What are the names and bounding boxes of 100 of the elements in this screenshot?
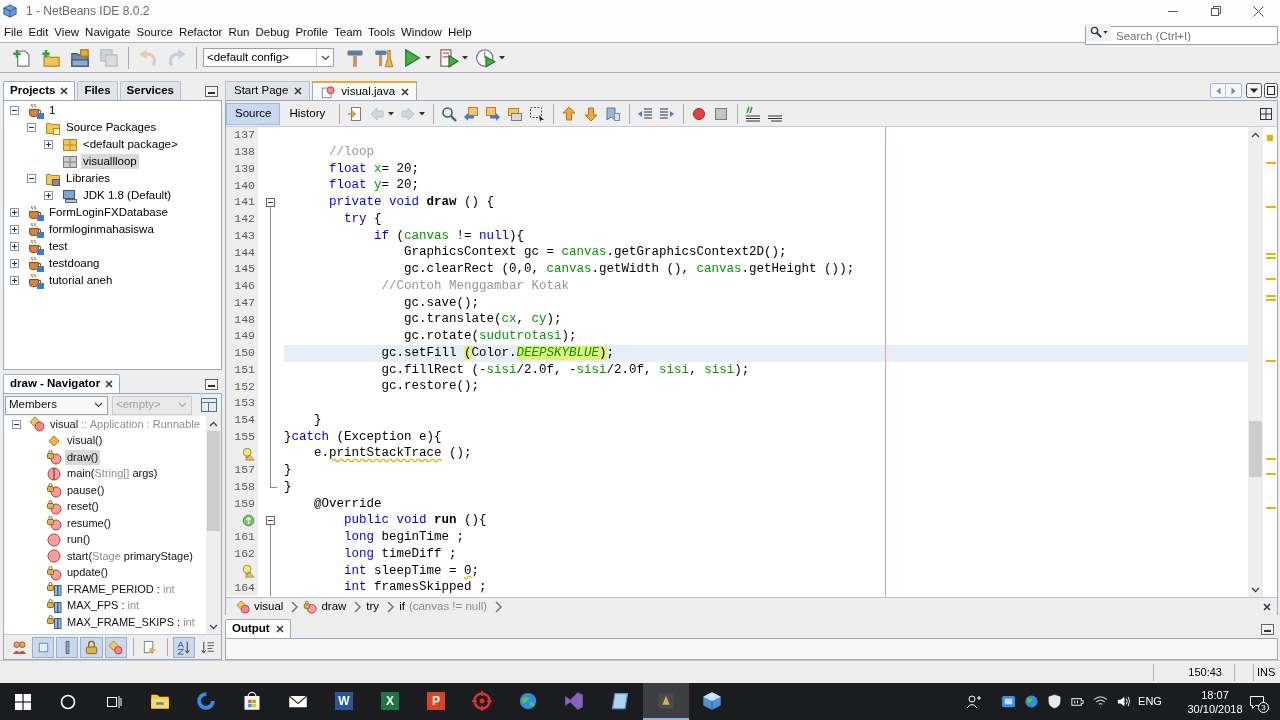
find-next-icon[interactable] — [485, 105, 502, 122]
search-icon[interactable] — [1089, 26, 1102, 38]
breadcrumb[interactable]: try — [366, 598, 380, 616]
editor-tab[interactable]: visual.java — [312, 81, 418, 100]
tree-item[interactable]: Source Packages — [64, 120, 159, 135]
shift-right-icon[interactable] — [659, 105, 676, 122]
minimize-icon[interactable] — [205, 86, 218, 97]
filter-toggle[interactable] — [56, 636, 79, 658]
member-item[interactable]: resume() — [65, 515, 113, 531]
close-icon[interactable] — [294, 87, 303, 95]
tree-item[interactable]: testdoang — [47, 256, 102, 271]
minus-box-icon[interactable] — [27, 174, 36, 183]
down-arrow-icon[interactable] — [583, 105, 600, 122]
menu-item[interactable]: Team — [334, 24, 363, 40]
shield-icon[interactable] — [1047, 694, 1062, 709]
scroll-thumb[interactable] — [207, 431, 220, 531]
member-item[interactable]: reset() — [65, 499, 101, 515]
editor-tab[interactable]: Start Page — [225, 81, 311, 100]
member-item[interactable]: pause() — [65, 482, 107, 498]
task-view-icon[interactable] — [106, 693, 122, 710]
vertical-scrollbar[interactable] — [206, 416, 221, 634]
plus-box-icon[interactable] — [10, 242, 19, 251]
split-view-icon[interactable] — [1260, 107, 1272, 120]
tree-item[interactable]: Libraries — [64, 171, 113, 186]
caret-icon[interactable] — [388, 111, 395, 116]
language-indicator[interactable]: ENG — [1135, 693, 1165, 710]
member-item[interactable]: MAX_FPS : int — [65, 598, 142, 614]
menu-item[interactable]: Profile — [295, 24, 328, 40]
view-tab[interactable]: History — [280, 102, 335, 125]
menu-item[interactable]: Tools — [368, 24, 395, 40]
page-arrow-icon[interactable] — [347, 105, 364, 122]
tree-item[interactable]: <default package> — [81, 137, 180, 152]
speaker-icon[interactable] — [1116, 694, 1131, 709]
breadcrumb[interactable]: visual — [254, 598, 284, 616]
ring-icon[interactable] — [60, 693, 76, 710]
panel-tab[interactable]: draw - Navigator — [3, 374, 121, 393]
new-folder-icon[interactable] — [40, 47, 61, 68]
plus-box-icon[interactable] — [44, 140, 53, 149]
minus-box-icon[interactable] — [266, 516, 275, 526]
search-field[interactable]: Search (Ctrl+I) — [1085, 26, 1278, 45]
filter-toggle[interactable] — [104, 636, 127, 658]
menu-item[interactable]: Debug — [255, 24, 290, 40]
filter-toggle[interactable] — [172, 636, 195, 658]
minus-box-icon[interactable] — [10, 106, 19, 115]
minimize-icon[interactable] — [205, 379, 218, 390]
scroll-thumb[interactable] — [1249, 421, 1262, 477]
members-dropdown[interactable]: Members — [5, 395, 108, 415]
filter-toggle[interactable] — [80, 636, 103, 658]
menu-item[interactable]: File — [4, 24, 23, 40]
vertical-scrollbar[interactable] — [1248, 127, 1263, 597]
member-item[interactable]: visual :: Application : Runnable — [48, 416, 202, 432]
minus-box-icon[interactable] — [27, 123, 36, 132]
member-item[interactable]: visual() — [65, 433, 105, 449]
search-icon[interactable] — [441, 105, 458, 122]
shift-left-icon[interactable] — [637, 105, 654, 122]
record-icon[interactable] — [691, 105, 708, 122]
taskbar-button[interactable]: X — [367, 683, 413, 720]
comment-lines-icon[interactable] — [745, 105, 762, 122]
menu-item[interactable]: View — [54, 24, 80, 40]
gauge-play-icon[interactable] — [476, 47, 496, 68]
screen-icon[interactable] — [1001, 694, 1016, 709]
menu-item[interactable]: Window — [400, 24, 442, 40]
clock[interactable]: 18:07 30/10/2018 — [1186, 687, 1244, 716]
menu-item[interactable]: Run — [228, 24, 250, 40]
person-icon[interactable] — [966, 693, 982, 710]
start-icon[interactable] — [14, 693, 31, 710]
tree-item[interactable]: tutorial aneh — [47, 273, 115, 288]
scroll-up-icon[interactable] — [209, 420, 218, 427]
run-icon[interactable] — [402, 47, 422, 68]
document-play-icon[interactable] — [439, 47, 459, 68]
caret-icon[interactable] — [419, 111, 426, 116]
member-item[interactable]: FRAME_PERIOD : int — [65, 581, 177, 597]
close-icon[interactable] — [1253, 5, 1264, 17]
breadcrumb[interactable]: if (canvas != null) — [399, 598, 488, 616]
member-item[interactable]: run() — [65, 532, 93, 548]
member-item[interactable]: update() — [65, 565, 110, 581]
tree-item[interactable]: visuallloop — [81, 154, 139, 169]
menu-item[interactable]: Navigate — [85, 24, 131, 40]
tree-item[interactable]: FormLoginFXDatabase — [47, 205, 170, 220]
scroll-up-icon[interactable] — [1251, 131, 1260, 138]
minus-box-icon[interactable] — [12, 419, 21, 429]
scroll-down-icon[interactable] — [1251, 586, 1260, 593]
caret-icon[interactable] — [462, 55, 468, 60]
close-icon[interactable] — [60, 87, 69, 95]
minus-box-icon[interactable] — [266, 198, 275, 207]
caret-icon[interactable] — [425, 55, 431, 60]
taskbar-button[interactable]: W — [321, 683, 367, 720]
new-file-icon[interactable] — [11, 47, 32, 68]
stop-icon[interactable] — [713, 105, 730, 122]
plus-box-icon[interactable] — [10, 225, 19, 234]
taskbar-button[interactable]: P — [413, 683, 459, 720]
panel-tab[interactable]: Projects — [3, 81, 76, 100]
dropdown-icon[interactable] — [1246, 83, 1262, 98]
member-item[interactable]: MAX_FRAME_SKIPS : int — [65, 614, 197, 630]
scroll-left-icon[interactable] — [1215, 86, 1221, 95]
panel-layout-icon[interactable] — [200, 396, 218, 414]
member-item[interactable]: draw() — [65, 449, 101, 465]
panel-tab[interactable]: Output — [225, 619, 291, 638]
close-icon[interactable] — [401, 87, 410, 96]
menu-item[interactable]: Help — [447, 24, 472, 40]
